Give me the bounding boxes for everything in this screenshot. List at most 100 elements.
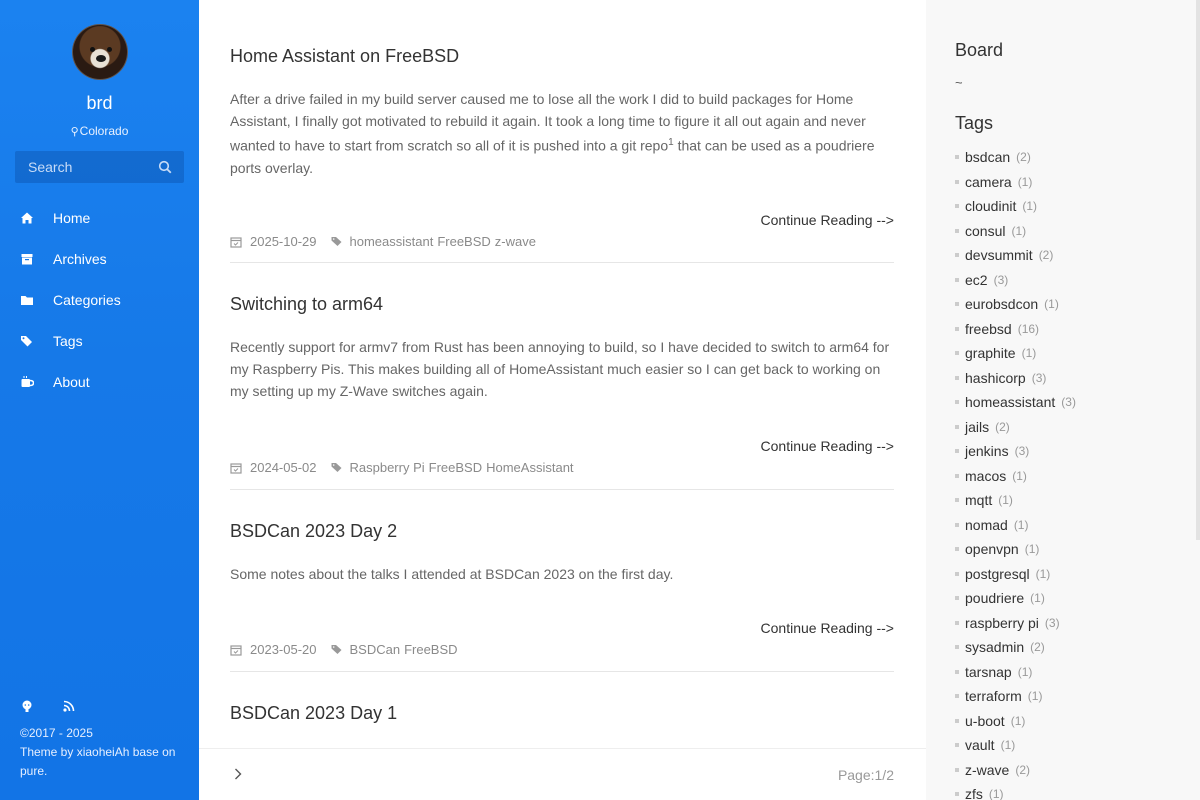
- nav-item-home[interactable]: Home: [0, 197, 199, 238]
- tag-name[interactable]: graphite: [965, 345, 1016, 361]
- post-tag[interactable]: z-wave: [495, 234, 536, 249]
- nav-item-archives[interactable]: Archives: [0, 238, 199, 279]
- nav-item-categories[interactable]: Categories: [0, 279, 199, 320]
- tag-list-item[interactable]: graphite (1): [955, 341, 1185, 366]
- tag-name[interactable]: hashicorp: [965, 370, 1026, 386]
- post-title[interactable]: Switching to arm64: [230, 294, 894, 315]
- copyright: ©2017 - 2025: [20, 726, 93, 740]
- bullet-icon: [955, 767, 959, 772]
- tags-icon: [21, 335, 32, 346]
- tag-list-item[interactable]: zfs (1): [955, 782, 1185, 800]
- sidebar-footer: ©2017 - 2025 Theme by xiaoheiAh base on …: [20, 724, 185, 781]
- tag-count: (2): [1030, 640, 1045, 655]
- tag-list-item[interactable]: consul (1): [955, 219, 1185, 244]
- bullet-icon: [955, 571, 959, 576]
- tag-list-item[interactable]: bsdcan (2): [955, 145, 1185, 170]
- tag-list-item[interactable]: z-wave (2): [955, 758, 1185, 783]
- tag-name[interactable]: openvpn: [965, 541, 1019, 557]
- tag-name[interactable]: tarsnap: [965, 664, 1012, 680]
- post-title[interactable]: BSDCan 2023 Day 1: [230, 703, 894, 724]
- continue-reading-link[interactable]: Continue Reading -->: [761, 438, 894, 454]
- rss-icon[interactable]: [62, 699, 76, 713]
- tag-list-item[interactable]: u-boot (1): [955, 709, 1185, 734]
- tag-name[interactable]: jails: [965, 419, 989, 435]
- nav-item-tags[interactable]: Tags: [0, 320, 199, 361]
- continue-reading-link[interactable]: Continue Reading -->: [761, 212, 894, 228]
- tag-name[interactable]: devsummit: [965, 247, 1033, 263]
- tag-name[interactable]: raspberry pi: [965, 615, 1039, 631]
- tag-list-item[interactable]: mqtt (1): [955, 488, 1185, 513]
- post-tag[interactable]: HomeAssistant: [486, 460, 573, 475]
- tag-name[interactable]: cloudinit: [965, 198, 1016, 214]
- tag-name[interactable]: ec2: [965, 272, 988, 288]
- tag-name[interactable]: zfs: [965, 786, 983, 800]
- tag-name[interactable]: camera: [965, 174, 1012, 190]
- bullet-icon: [955, 694, 959, 699]
- tag-icon: [331, 463, 341, 472]
- search-icon[interactable]: [158, 160, 172, 174]
- tag-list-item[interactable]: eurobsdcon (1): [955, 292, 1185, 317]
- post-title[interactable]: Home Assistant on FreeBSD: [230, 46, 894, 67]
- bullet-icon: [955, 253, 959, 258]
- tag-list-item[interactable]: homeassistant (3): [955, 390, 1185, 415]
- tag-list-item[interactable]: macos (1): [955, 464, 1185, 489]
- tag-cloud-list: bsdcan (2) camera (1) cloudinit (1) consul (1) d…: [955, 145, 1185, 800]
- tag-name[interactable]: bsdcan: [965, 149, 1010, 165]
- post-tag[interactable]: FreeBSD: [404, 642, 457, 657]
- post-tag[interactable]: FreeBSD: [437, 234, 490, 249]
- tag-list-item[interactable]: nomad (1): [955, 513, 1185, 538]
- tag-list-item[interactable]: vault (1): [955, 733, 1185, 758]
- tag-name[interactable]: z-wave: [965, 762, 1009, 778]
- post-tag[interactable]: BSDCan: [350, 642, 401, 657]
- avatar[interactable]: [72, 24, 128, 80]
- tag-name[interactable]: macos: [965, 468, 1006, 484]
- tag-list-item[interactable]: cloudinit (1): [955, 194, 1185, 219]
- tag-list-item[interactable]: hashicorp (3): [955, 366, 1185, 391]
- post-tag[interactable]: FreeBSD: [429, 460, 482, 475]
- tag-list-item[interactable]: poudriere (1): [955, 586, 1185, 611]
- tag-list-item[interactable]: terraform (1): [955, 684, 1185, 709]
- github-icon[interactable]: [20, 699, 34, 713]
- tag-list-item[interactable]: devsummit (2): [955, 243, 1185, 268]
- chevron-right-icon[interactable]: [231, 767, 245, 781]
- tag-name[interactable]: homeassistant: [965, 394, 1055, 410]
- tag-list-item[interactable]: freebsd (16): [955, 317, 1185, 342]
- post-title[interactable]: BSDCan 2023 Day 2: [230, 521, 894, 542]
- tag-list-item[interactable]: sysadmin (2): [955, 635, 1185, 660]
- tag-name[interactable]: freebsd: [965, 321, 1012, 337]
- tag-count: (2): [1038, 248, 1054, 263]
- tag-name[interactable]: u-boot: [965, 713, 1005, 729]
- scrollbar[interactable]: [1196, 0, 1200, 540]
- tag-name[interactable]: consul: [965, 223, 1005, 239]
- post-tag[interactable]: Raspberry Pi: [350, 460, 425, 475]
- search-box: [15, 151, 184, 183]
- bullet-icon: [955, 400, 959, 405]
- nav-label: Tags: [53, 332, 83, 349]
- avatar-eye: [107, 47, 112, 52]
- site-name[interactable]: brd: [0, 93, 199, 114]
- location: ⚲Colorado: [0, 124, 199, 138]
- tag-name[interactable]: poudriere: [965, 590, 1024, 606]
- tag-list-item[interactable]: raspberry pi (3): [955, 611, 1185, 636]
- tag-list-item[interactable]: openvpn (1): [955, 537, 1185, 562]
- tag-list-item[interactable]: ec2 (3): [955, 268, 1185, 293]
- tag-name[interactable]: terraform: [965, 688, 1022, 704]
- tag-list-item[interactable]: tarsnap (1): [955, 660, 1185, 685]
- tag-list-item[interactable]: camera (1): [955, 170, 1185, 195]
- post-tag[interactable]: homeassistant: [350, 234, 434, 249]
- tag-name[interactable]: postgresql: [965, 566, 1030, 582]
- tag-name[interactable]: mqtt: [965, 492, 992, 508]
- tag-name[interactable]: eurobsdcon: [965, 296, 1038, 312]
- bullet-icon: [955, 645, 959, 650]
- tag-name[interactable]: sysadmin: [965, 639, 1024, 655]
- tag-list-item[interactable]: postgresql (1): [955, 562, 1185, 587]
- tag-list-item[interactable]: jenkins (3): [955, 439, 1185, 464]
- tag-name[interactable]: nomad: [965, 517, 1008, 533]
- tag-name[interactable]: jenkins: [965, 443, 1009, 459]
- bullet-icon: [955, 498, 959, 503]
- tag-list-item[interactable]: jails (2): [955, 415, 1185, 440]
- tag-name[interactable]: vault: [965, 737, 995, 753]
- search-input[interactable]: [15, 151, 155, 183]
- continue-reading-link[interactable]: Continue Reading -->: [761, 620, 894, 636]
- nav-item-about[interactable]: About: [0, 361, 199, 402]
